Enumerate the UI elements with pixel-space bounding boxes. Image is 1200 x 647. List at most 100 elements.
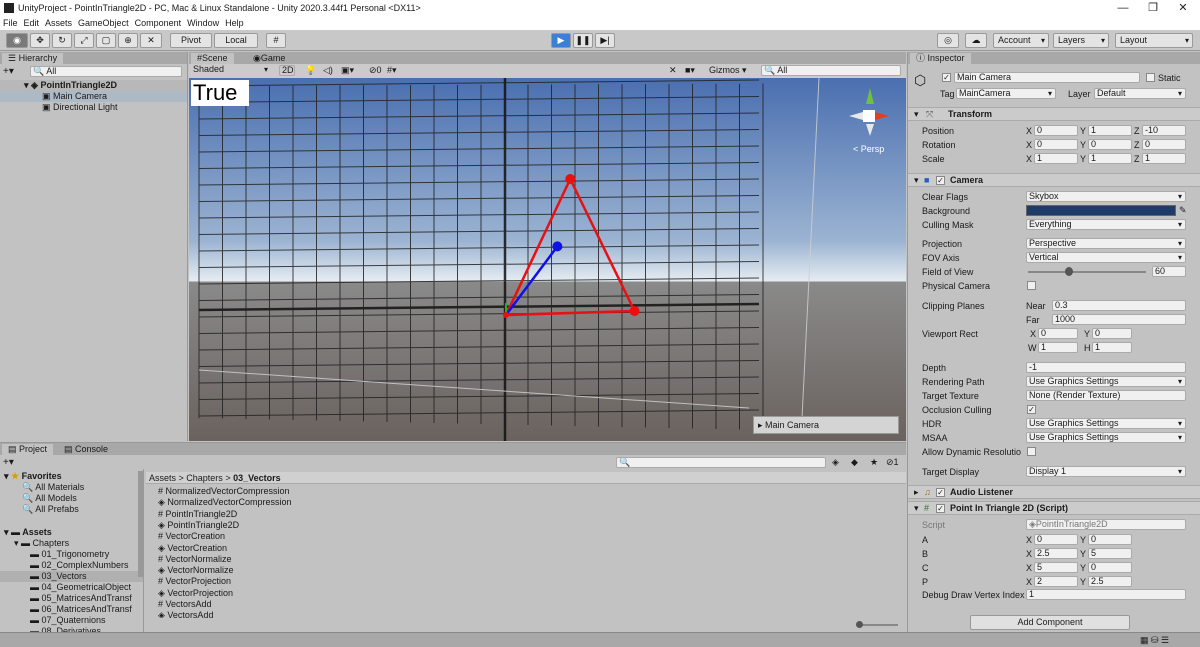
close-icon[interactable]: ✕	[1168, 0, 1198, 16]
tag-dropdown[interactable]: MainCamera	[956, 88, 1056, 99]
project-search-input[interactable]: 🔍	[616, 457, 826, 468]
pause-button[interactable]: ❚❚	[573, 33, 593, 48]
vertex-y-field[interactable]: 0	[1088, 534, 1132, 545]
asset-file-item[interactable]: # VectorNormalize	[146, 554, 546, 565]
effects-icon[interactable]: ▣▾	[341, 65, 354, 76]
fov-field[interactable]: 60	[1152, 266, 1186, 277]
add-object-button[interactable]: +▾	[3, 66, 14, 77]
favorite-item[interactable]: 🔍 All Models	[0, 493, 143, 504]
icon-size-slider-track[interactable]	[858, 624, 898, 626]
layer-dropdown[interactable]: Default	[1094, 88, 1186, 99]
menu-assets[interactable]: Assets	[42, 18, 75, 28]
menu-help[interactable]: Help	[222, 18, 247, 28]
search-by-label-icon[interactable]: ◆	[851, 457, 858, 468]
camera-header[interactable]: ▾ ■ ✓ Camera	[908, 173, 1200, 187]
menu-edit[interactable]: Edit	[21, 18, 43, 28]
hierarchy-item-main-camera[interactable]: ▣ Main Camera	[0, 91, 187, 102]
tree-scrollbar[interactable]	[138, 471, 144, 577]
y-neg-cone-icon[interactable]	[866, 124, 874, 136]
msaa-dropdown[interactable]: Use Graphics Settings	[1026, 432, 1186, 443]
vertex-x-field[interactable]: 2	[1034, 576, 1078, 587]
move-tool-icon[interactable]: ✥	[30, 33, 50, 48]
asset-file-item[interactable]: # VectorsAdd	[146, 599, 546, 610]
physical-camera-checkbox[interactable]	[1027, 281, 1036, 290]
gizmo-center-icon[interactable]	[863, 110, 875, 122]
transform-x-field[interactable]: 0	[1034, 139, 1078, 150]
transform-tool-icon[interactable]: ⊕	[118, 33, 138, 48]
hierarchy-search-input[interactable]: 🔍 All	[30, 66, 182, 77]
tab-hierarchy[interactable]: ☰ Hierarchy	[2, 53, 64, 64]
camera-settings-icon[interactable]: ■▾	[685, 65, 695, 76]
favorites-item[interactable]: ▾ ★ Favorites	[0, 471, 143, 482]
local-button[interactable]: Local	[214, 33, 258, 48]
near-field[interactable]: 0.3	[1052, 300, 1186, 311]
background-color-swatch[interactable]	[1026, 205, 1176, 216]
tools-icon[interactable]: ✕	[669, 65, 677, 76]
orientation-gizmo[interactable]: < Persp	[849, 88, 889, 154]
scene-root-item[interactable]: ▾ ◈ PointInTriangle2D	[0, 80, 187, 91]
transform-y-field[interactable]: 0	[1088, 139, 1132, 150]
menu-window[interactable]: Window	[184, 18, 222, 28]
scene-viewport[interactable]	[189, 78, 906, 441]
custom-tool-icon[interactable]: ✕	[140, 33, 162, 48]
menu-gameobject[interactable]: GameObject	[75, 18, 132, 28]
collab-icon[interactable]: ◎	[937, 33, 959, 48]
asset-file-item[interactable]: ◈ PointInTriangle2D	[146, 520, 546, 531]
lighting-icon[interactable]: 💡	[305, 65, 316, 76]
vertex-y-field[interactable]: 0	[1088, 562, 1132, 573]
x-neg-cone-icon[interactable]	[849, 112, 863, 120]
chapter-folder-item[interactable]: ▬ 04_GeometricalObject	[0, 582, 143, 593]
chapter-folder-item[interactable]: ▬ 06_MatricesAndTransf	[0, 604, 143, 615]
play-button[interactable]: ▶	[551, 33, 571, 48]
chapter-folder-item[interactable]: ▬ 03_Vectors	[0, 571, 143, 582]
vertex-x-field[interactable]: 2.5	[1034, 548, 1078, 559]
hdr-dropdown[interactable]: Use Graphics Settings	[1026, 418, 1186, 429]
scale-tool-icon[interactable]: ⤢	[74, 33, 94, 48]
step-button[interactable]: ▶|	[595, 33, 615, 48]
static-checkbox[interactable]	[1146, 73, 1155, 82]
menu-component[interactable]: Component	[132, 18, 185, 28]
vertex-y-field[interactable]: 2.5	[1088, 576, 1132, 587]
rect-tool-icon[interactable]: ▢	[96, 33, 116, 48]
search-by-type-icon[interactable]: ◈	[832, 457, 839, 468]
tab-game[interactable]: ◉Game	[247, 53, 292, 64]
asset-file-item[interactable]: ◈ VectorsAdd	[146, 610, 546, 618]
breadcrumb-chapters[interactable]: Chapters	[186, 473, 223, 483]
gizmos-dropdown[interactable]: Gizmos ▾	[709, 65, 747, 76]
2d-toggle[interactable]: 2D	[279, 65, 295, 76]
hidden-objects-icon[interactable]: ⊘0	[369, 65, 382, 76]
eyedropper-icon[interactable]: ✎	[1179, 205, 1187, 216]
culling-mask-dropdown[interactable]: Everything	[1026, 219, 1186, 230]
asset-file-item[interactable]: ◈ NormalizedVectorCompression	[146, 497, 546, 508]
far-field[interactable]: 1000	[1052, 314, 1186, 325]
transform-y-field[interactable]: 1	[1088, 153, 1132, 164]
shading-dropdown[interactable]: Shaded	[191, 65, 271, 76]
hierarchy-item-directional-light[interactable]: ▣ Directional Light	[0, 102, 187, 113]
account-dropdown[interactable]: Account	[993, 33, 1049, 48]
transform-x-field[interactable]: 1	[1034, 153, 1078, 164]
cloud-icon[interactable]: ☁	[965, 33, 987, 48]
viewport-x-field[interactable]: 0	[1038, 328, 1078, 339]
transform-x-field[interactable]: 0	[1034, 125, 1078, 136]
rendering-path-dropdown[interactable]: Use Graphics Settings	[1026, 376, 1186, 387]
transform-z-field[interactable]: -10	[1142, 125, 1186, 136]
chapter-folder-item[interactable]: ▬ 02_ComplexNumbers	[0, 560, 143, 571]
grid-snap-icon[interactable]: #	[266, 33, 286, 48]
transform-header[interactable]: ▾ ⤧ Transform	[908, 107, 1200, 121]
active-checkbox[interactable]: ✓	[942, 73, 951, 82]
grid-toggle-icon[interactable]: #▾	[387, 65, 397, 76]
target-display-dropdown[interactable]: Display 1	[1026, 466, 1186, 477]
rotate-tool-icon[interactable]: ↻	[52, 33, 72, 48]
target-texture-field[interactable]: None (Render Texture)	[1026, 390, 1186, 401]
asset-file-item[interactable]: ◈ VectorNormalize	[146, 565, 546, 576]
x-axis-cone-icon[interactable]	[875, 112, 889, 120]
layers-dropdown[interactable]: Layers	[1053, 33, 1109, 48]
occlusion-culling-checkbox[interactable]: ✓	[1027, 405, 1036, 414]
create-asset-button[interactable]: +▾	[3, 457, 14, 468]
debug-vertex-index-field[interactable]: 1	[1026, 589, 1186, 600]
projection-dropdown[interactable]: Perspective	[1026, 238, 1186, 249]
clear-flags-dropdown[interactable]: Skybox	[1026, 191, 1186, 202]
script-reference-field[interactable]: ◈PointInTriangle2D	[1026, 519, 1186, 530]
chapter-folder-item[interactable]: ▬ 01_Trigonometry	[0, 549, 143, 560]
fov-slider-handle[interactable]	[1065, 267, 1073, 276]
